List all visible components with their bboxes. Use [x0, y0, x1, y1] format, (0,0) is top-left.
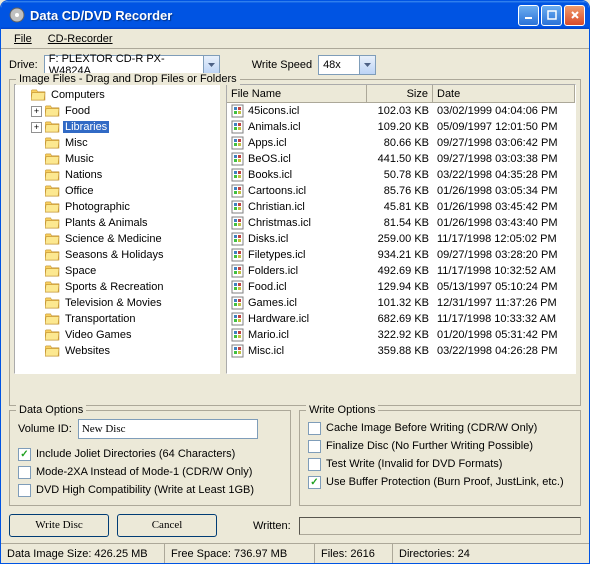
menubar: File CD-Recorder — [1, 29, 589, 49]
write-disc-button[interactable]: Write Disc — [9, 514, 109, 537]
checkbox-cache[interactable] — [308, 422, 321, 435]
tree-item[interactable]: Music — [17, 151, 217, 167]
folder-tree[interactable]: Computers+Food+LibrariesMiscMusicNations… — [14, 84, 220, 374]
tree-item[interactable]: Plants & Animals — [17, 215, 217, 231]
checkbox-testwrite[interactable] — [308, 458, 321, 471]
written-label: Written: — [253, 520, 291, 532]
volumeid-input[interactable] — [78, 419, 258, 439]
list-item[interactable]: Mario.icl322.92 KB01/20/1998 05:31:42 PM — [227, 327, 575, 343]
list-header: File Name Size Date — [227, 85, 575, 103]
volumeid-label: Volume ID: — [18, 423, 72, 435]
cache-label: Cache Image Before Writing (CDR/W Only) — [326, 422, 537, 434]
write-options-title: Write Options — [306, 404, 378, 416]
data-options-title: Data Options — [16, 404, 86, 416]
list-body[interactable]: 45icons.icl102.03 KB03/02/1999 04:04:06 … — [227, 103, 575, 373]
list-item[interactable]: Hardware.icl682.69 KB11/17/1998 10:33:32… — [227, 311, 575, 327]
written-progress — [299, 517, 581, 535]
tree-item[interactable]: Video Games — [17, 327, 217, 343]
joliet-label: Include Joliet Directories (64 Character… — [36, 448, 235, 460]
chevron-down-icon — [359, 56, 375, 74]
list-item[interactable]: Games.icl101.32 KB12/31/1997 11:37:26 PM — [227, 295, 575, 311]
checkbox-bufprot[interactable]: ✓ — [308, 476, 321, 489]
window-title: Data CD/DVD Recorder — [30, 8, 518, 23]
testwrite-label: Test Write (Invalid for DVD Formats) — [326, 458, 502, 470]
tree-item[interactable]: Websites — [17, 343, 217, 359]
status-freespace: Free Space: 736.97 MB — [165, 544, 315, 563]
expand-icon[interactable]: + — [31, 106, 42, 117]
status-files: Files: 2616 — [315, 544, 393, 563]
checkbox-dvdhc[interactable] — [18, 484, 31, 497]
list-item[interactable]: BeOS.icl441.50 KB09/27/1998 03:03:38 PM — [227, 151, 575, 167]
file-list[interactable]: File Name Size Date 45icons.icl102.03 KB… — [226, 84, 576, 374]
status-imgsize: Data Image Size: 426.25 MB — [1, 544, 165, 563]
list-item[interactable]: Misc.icl359.88 KB03/22/1998 04:26:28 PM — [227, 343, 575, 359]
checkbox-finalize[interactable] — [308, 440, 321, 453]
dvdhc-label: DVD High Compatibility (Write at Least 1… — [36, 484, 254, 496]
list-item[interactable]: 45icons.icl102.03 KB03/02/1999 04:04:06 … — [227, 103, 575, 119]
tree-item[interactable]: Office — [17, 183, 217, 199]
menu-file[interactable]: File — [7, 31, 39, 47]
list-item[interactable]: Filetypes.icl934.21 KB09/27/1998 03:28:2… — [227, 247, 575, 263]
status-dirs: Directories: 24 — [393, 544, 589, 563]
tree-item[interactable]: Science & Medicine — [17, 231, 217, 247]
write-options-group: Write Options Cache Image Before Writing… — [299, 410, 581, 506]
mode2xa-label: Mode-2XA Instead of Mode-1 (CDR/W Only) — [36, 466, 252, 478]
tree-item[interactable]: +Libraries — [17, 119, 217, 135]
tree-item[interactable]: Computers — [17, 87, 217, 103]
drive-select[interactable]: F: PLEXTOR CD-R PX-W4824A — [44, 55, 220, 75]
image-files-group: Image Files - Drag and Drop Files or Fol… — [9, 79, 581, 406]
tree-item[interactable]: Transportation — [17, 311, 217, 327]
drive-label: Drive: — [9, 59, 38, 71]
list-item[interactable]: Cartoons.icl85.76 KB01/26/1998 03:05:34 … — [227, 183, 575, 199]
expand-icon[interactable]: + — [31, 122, 42, 133]
bufprot-label: Use Buffer Protection (Burn Proof, JustL… — [326, 476, 564, 488]
col-date[interactable]: Date — [433, 85, 575, 102]
list-item[interactable]: Animals.icl109.20 KB05/09/1997 12:01:50 … — [227, 119, 575, 135]
tree-item[interactable]: Space — [17, 263, 217, 279]
tree-item[interactable]: Nations — [17, 167, 217, 183]
col-filename[interactable]: File Name — [227, 85, 367, 102]
tree-item[interactable]: Misc — [17, 135, 217, 151]
writespeed-select[interactable]: 48x — [318, 55, 376, 75]
app-icon — [9, 7, 25, 23]
list-item[interactable]: Christmas.icl81.54 KB01/26/1998 03:43:40… — [227, 215, 575, 231]
tree-item[interactable]: +Food — [17, 103, 217, 119]
close-button[interactable] — [564, 5, 585, 26]
chevron-down-icon — [203, 56, 219, 74]
list-item[interactable]: Disks.icl259.00 KB11/17/1998 12:05:02 PM — [227, 231, 575, 247]
image-files-label: Image Files - Drag and Drop Files or Fol… — [16, 73, 240, 85]
main-window: Data CD/DVD Recorder File CD-Recorder Dr… — [0, 0, 590, 564]
maximize-button[interactable] — [541, 5, 562, 26]
cancel-button[interactable]: Cancel — [117, 514, 217, 537]
tree-item[interactable]: Television & Movies — [17, 295, 217, 311]
list-item[interactable]: Christian.icl45.81 KB01/26/1998 03:45:42… — [227, 199, 575, 215]
titlebar[interactable]: Data CD/DVD Recorder — [1, 1, 589, 29]
list-item[interactable]: Books.icl50.78 KB03/22/1998 04:35:28 PM — [227, 167, 575, 183]
tree-item[interactable]: Photographic — [17, 199, 217, 215]
tree-item[interactable]: Sports & Recreation — [17, 279, 217, 295]
statusbar: Data Image Size: 426.25 MB Free Space: 7… — [1, 543, 589, 563]
minimize-button[interactable] — [518, 5, 539, 26]
list-item[interactable]: Food.icl129.94 KB05/13/1997 05:10:24 PM — [227, 279, 575, 295]
list-item[interactable]: Folders.icl492.69 KB11/17/1998 10:32:52 … — [227, 263, 575, 279]
tree-item[interactable]: Seasons & Holidays — [17, 247, 217, 263]
finalize-label: Finalize Disc (No Further Writing Possib… — [326, 440, 533, 452]
menu-cdrecorder[interactable]: CD-Recorder — [41, 31, 120, 47]
col-size[interactable]: Size — [367, 85, 433, 102]
checkbox-mode2xa[interactable] — [18, 466, 31, 479]
data-options-group: Data Options Volume ID: ✓Include Joliet … — [9, 410, 291, 506]
writespeed-label: Write Speed — [252, 59, 312, 71]
checkbox-joliet[interactable]: ✓ — [18, 448, 31, 461]
list-item[interactable]: Apps.icl80.66 KB09/27/1998 03:06:42 PM — [227, 135, 575, 151]
